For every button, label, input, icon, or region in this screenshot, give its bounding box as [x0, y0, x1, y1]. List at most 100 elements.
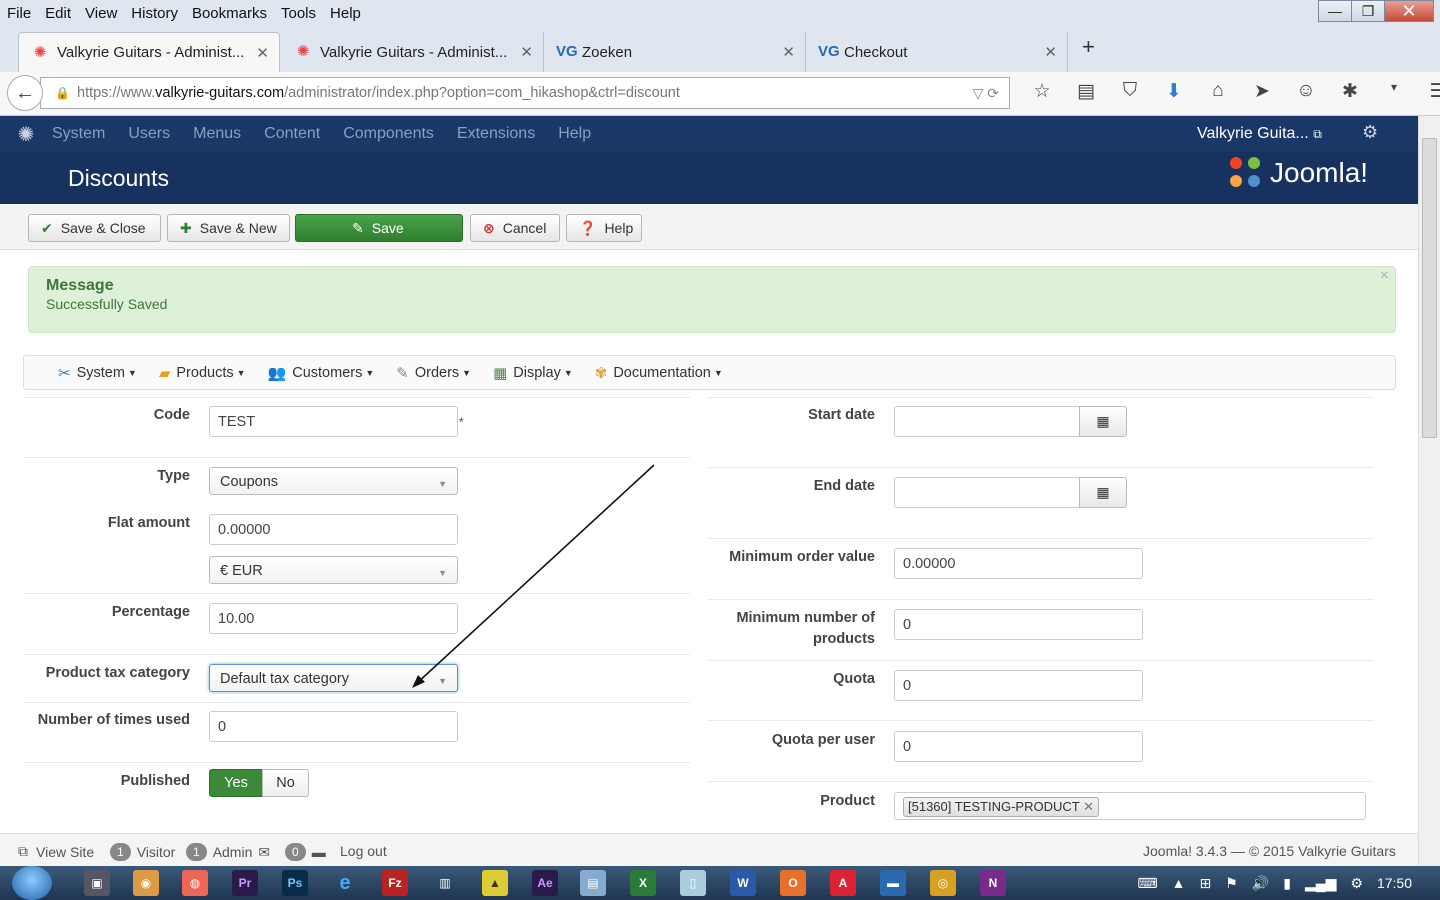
ie-icon[interactable]: e: [332, 870, 358, 896]
desktop-icon[interactable]: ▣: [84, 870, 110, 896]
tab-checkout[interactable]: VG Checkout ✕: [806, 32, 1068, 72]
bookmark-star-icon[interactable]: ☆: [1020, 80, 1064, 103]
nav-menus[interactable]: Menus: [193, 125, 241, 143]
tag-remove-icon[interactable]: ✕: [1083, 799, 1094, 814]
flat-amount-input[interactable]: 0.00000: [209, 514, 458, 545]
chat-icon[interactable]: ☺: [1284, 80, 1328, 103]
settings-tray-icon[interactable]: ⚙: [1350, 875, 1363, 892]
media-icon[interactable]: ▥: [432, 870, 458, 896]
currency-select[interactable]: € EUR ▼: [209, 556, 458, 584]
menu-view[interactable]: View: [78, 5, 124, 22]
menu-help[interactable]: Help: [323, 5, 368, 22]
end-date-input[interactable]: [894, 477, 1081, 508]
published-no-button[interactable]: No: [262, 769, 309, 797]
minimize-button[interactable]: —: [1318, 0, 1352, 22]
min-order-input[interactable]: 0.00000: [894, 548, 1143, 579]
save-new-button[interactable]: ✚ Save & New: [167, 214, 290, 242]
battery-icon[interactable]: ▮: [1283, 875, 1291, 892]
hika-menu-products[interactable]: ▰ Products ▼: [159, 364, 246, 382]
hika-menu-orders[interactable]: ✎ Orders ▼: [396, 364, 471, 382]
gear-icon[interactable]: ⚙: [1362, 122, 1378, 143]
clock[interactable]: 17:50: [1377, 875, 1412, 891]
vlc-icon[interactable]: ▲: [482, 870, 508, 896]
explorer-icon[interactable]: ▬: [880, 870, 906, 896]
back-button[interactable]: ←: [7, 75, 43, 111]
new-tab-button[interactable]: +: [1082, 34, 1095, 60]
start-date-calendar-button[interactable]: ▦: [1079, 406, 1127, 437]
keyboard-icon[interactable]: ⌨: [1137, 875, 1157, 892]
acrobat-icon[interactable]: A: [830, 870, 856, 896]
start-date-input[interactable]: [894, 406, 1081, 437]
photoshop-icon[interactable]: Ps: [282, 870, 308, 896]
pocket-icon[interactable]: ⛉: [1108, 80, 1152, 103]
percentage-input[interactable]: 10.00: [209, 603, 458, 634]
menu-tools[interactable]: Tools: [274, 5, 323, 22]
notepad-icon[interactable]: ▯: [680, 870, 706, 896]
start-button[interactable]: [12, 866, 52, 900]
close-window-button[interactable]: ✕: [1384, 0, 1434, 22]
quota-input[interactable]: 0: [894, 670, 1143, 701]
type-select[interactable]: Coupons ▼: [209, 467, 458, 495]
menu-history[interactable]: History: [124, 5, 185, 22]
quota-user-input[interactable]: 0: [894, 731, 1143, 762]
page-scrollbar[interactable]: [1418, 116, 1440, 866]
hika-menu-documentation[interactable]: ✾ Documentation ▼: [595, 364, 723, 382]
firefox-icon[interactable]: ◍: [182, 870, 208, 896]
hika-menu-display[interactable]: ▦ Display ▼: [493, 364, 573, 382]
scrollbar-thumb[interactable]: [1422, 138, 1437, 438]
published-yes-button[interactable]: Yes: [209, 769, 263, 797]
app-icon[interactable]: ▤: [580, 870, 606, 896]
chrome-icon[interactable]: ◉: [133, 870, 159, 896]
windows-icon[interactable]: ⊞: [1199, 875, 1211, 892]
tab-zoeken[interactable]: VG Zoeken ✕: [544, 32, 806, 72]
code-input[interactable]: TEST: [209, 406, 458, 437]
extension-icon[interactable]: ✱: [1328, 80, 1372, 103]
menu-edit[interactable]: Edit: [38, 5, 78, 22]
times-used-input[interactable]: 0: [209, 711, 458, 742]
tab-valkyrie-admin-1[interactable]: ✺ Valkyrie Guitars - Administ... ✕: [18, 32, 280, 72]
volume-icon[interactable]: 🔊: [1252, 875, 1269, 892]
db-icon[interactable]: ◎: [930, 870, 956, 896]
min-products-input[interactable]: 0: [894, 609, 1143, 640]
home-icon[interactable]: ⌂: [1196, 80, 1240, 103]
url-bar[interactable]: 🔒 https://www. valkyrie-guitars.com/admin…: [40, 77, 1010, 109]
tray-arrow-icon[interactable]: ▲: [1172, 875, 1186, 891]
hika-menu-system[interactable]: ✂ System ▼: [58, 364, 137, 382]
message-close-icon[interactable]: ×: [1380, 267, 1389, 285]
product-tag-input[interactable]: [51360] TESTING-PRODUCT ✕: [894, 792, 1366, 820]
nav-help[interactable]: Help: [558, 125, 591, 143]
help-button[interactable]: ❓ Help: [566, 214, 642, 242]
cancel-button[interactable]: ⊗ Cancel: [470, 214, 560, 242]
save-close-button[interactable]: ✔ Save & Close: [28, 214, 161, 242]
maximize-button[interactable]: ❐: [1351, 0, 1385, 22]
save-button[interactable]: ✎ Save: [295, 214, 463, 242]
onenote-icon[interactable]: N: [980, 870, 1006, 896]
filezilla-icon[interactable]: Fz: [382, 870, 408, 896]
nav-system[interactable]: System: [52, 125, 105, 143]
tab-valkyrie-admin-2[interactable]: ✺ Valkyrie Guitars - Administ... ✕: [282, 32, 544, 72]
outlook-icon[interactable]: O: [780, 870, 806, 896]
hamburger-menu-icon[interactable]: ☰: [1416, 80, 1440, 103]
site-name-link[interactable]: Valkyrie Guita... ⧉: [1197, 125, 1322, 143]
nav-components[interactable]: Components: [343, 125, 434, 143]
reload-icon[interactable]: ▽ ⟳: [973, 85, 999, 102]
joomla-logo-icon[interactable]: ✺: [0, 122, 52, 147]
tab-close-icon[interactable]: ✕: [1044, 43, 1057, 61]
tab-close-icon[interactable]: ✕: [782, 43, 795, 61]
view-site-link[interactable]: ⧉ View Site: [18, 843, 94, 860]
reading-list-icon[interactable]: ▤: [1064, 80, 1108, 103]
menu-bookmarks[interactable]: Bookmarks: [185, 5, 274, 22]
logout-link[interactable]: Log out: [340, 843, 387, 859]
nav-users[interactable]: Users: [128, 125, 170, 143]
end-date-calendar-button[interactable]: ▦: [1079, 477, 1127, 508]
tab-close-icon[interactable]: ✕: [520, 43, 533, 61]
dropdown-icon[interactable]: ▾: [1372, 80, 1416, 103]
hika-menu-customers[interactable]: 👥 Customers ▼: [268, 364, 375, 382]
nav-extensions[interactable]: Extensions: [457, 125, 535, 143]
aftereffects-icon[interactable]: Ae: [532, 870, 558, 896]
flag-icon[interactable]: ⚑: [1225, 875, 1238, 892]
excel-icon[interactable]: X: [630, 870, 656, 896]
tab-close-icon[interactable]: ✕: [256, 44, 269, 62]
premiere-icon[interactable]: Pr: [232, 870, 258, 896]
send-icon[interactable]: ➤: [1240, 80, 1284, 103]
